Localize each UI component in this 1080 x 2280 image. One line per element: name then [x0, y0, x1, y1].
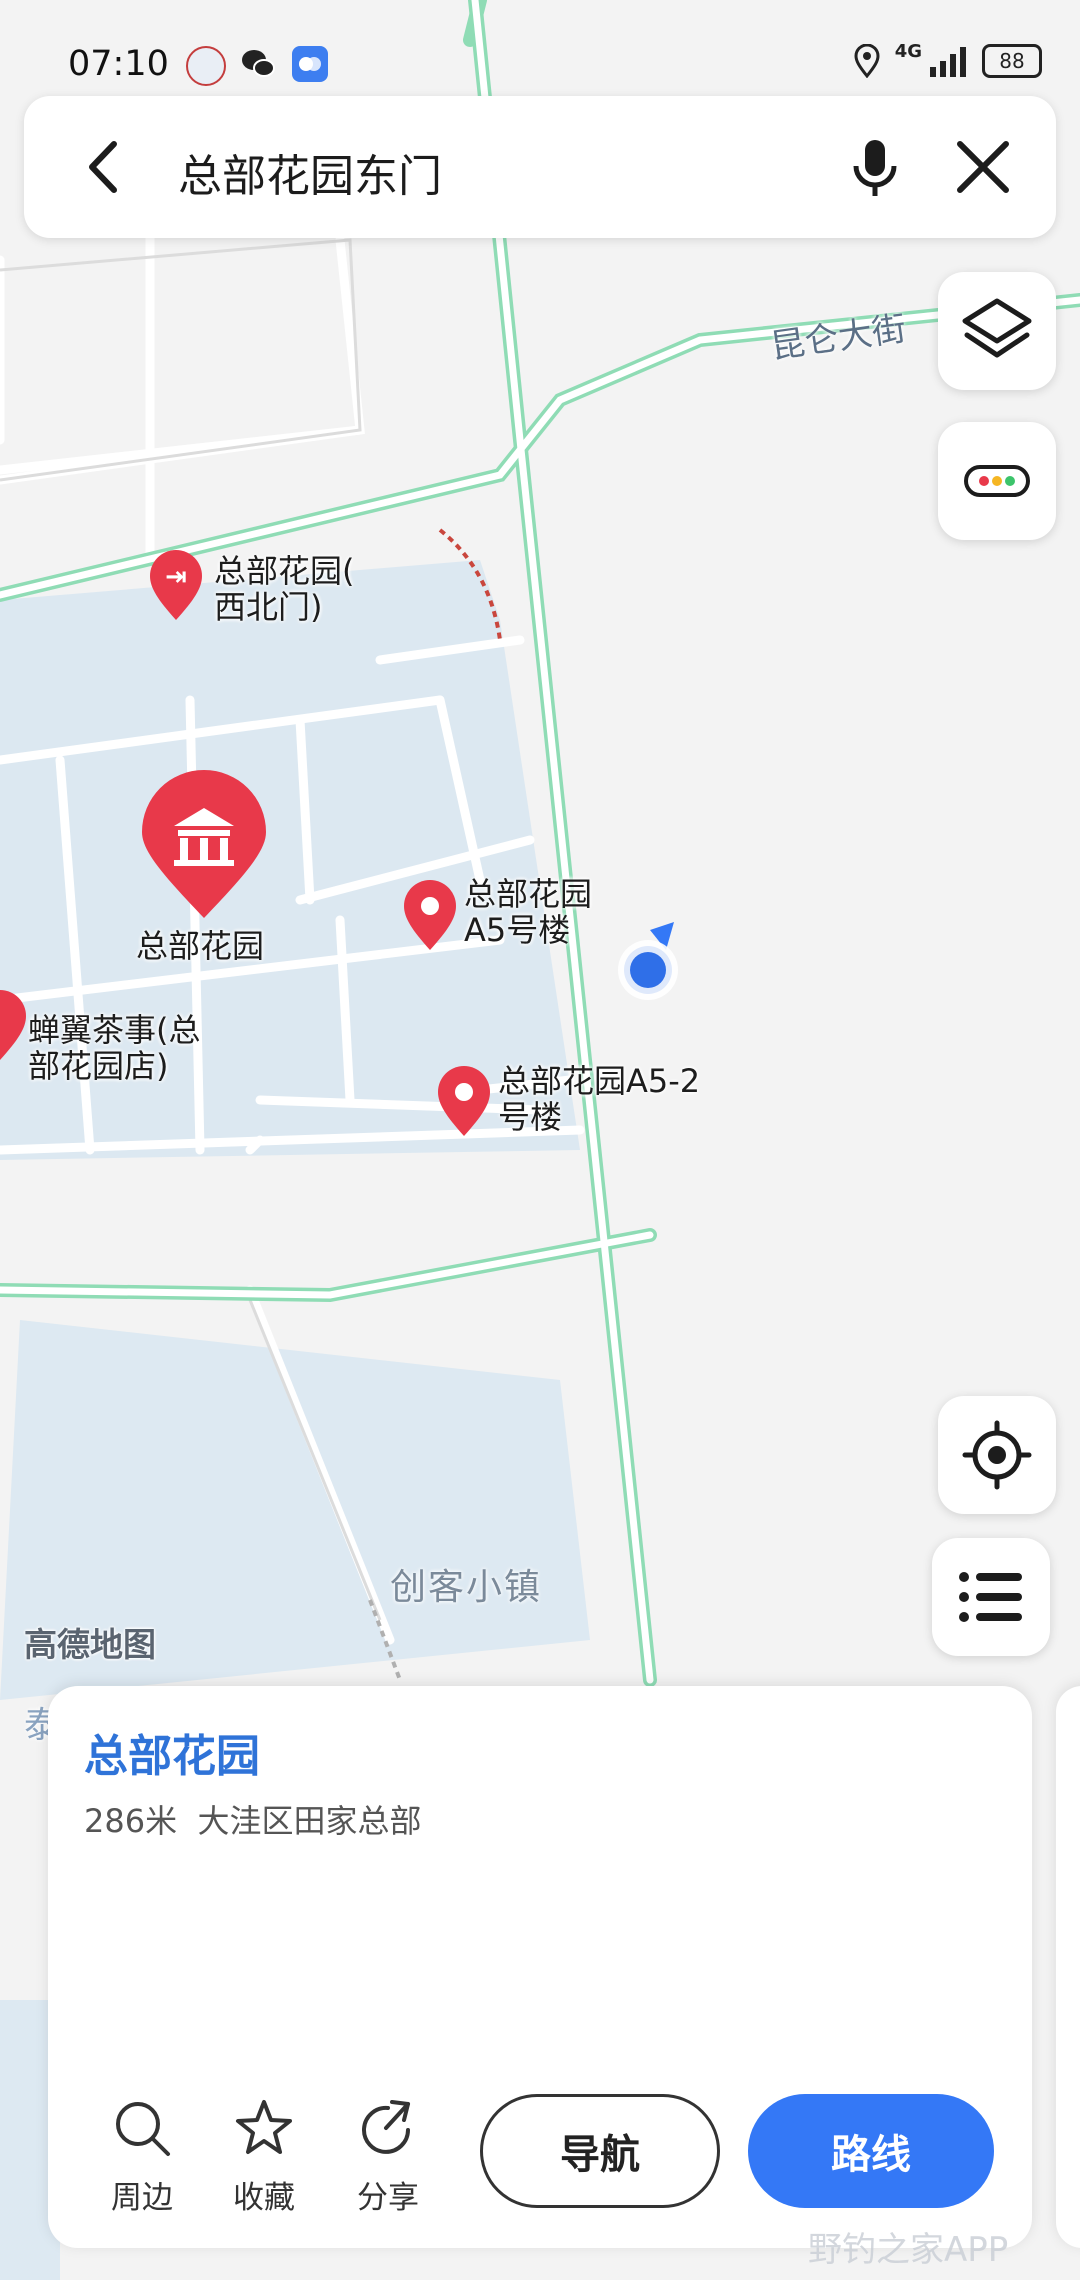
- place-title[interactable]: 总部花园: [84, 1720, 260, 1784]
- app-notification-icon: [292, 46, 328, 82]
- poi-label-northwest-gate[interactable]: 总部花园( 西北门): [214, 553, 355, 625]
- poi-label-a5[interactable]: 总部花园 A5号楼: [464, 876, 592, 948]
- layers-icon: [962, 298, 1032, 358]
- star-icon: [236, 2100, 292, 2154]
- place-subtitle: 286米 大洼区田家总部: [84, 1796, 421, 1842]
- navigate-button[interactable]: 导航: [480, 2094, 720, 2208]
- share-button[interactable]: 分享: [338, 2096, 438, 2217]
- poi-label-tea[interactable]: 蝉翼茶事(总 部花园店): [28, 1012, 201, 1084]
- watermark: 野钓之家APP: [808, 2230, 1009, 2270]
- map-brand-logo: 高德地图: [24, 1625, 156, 1664]
- battery-indicator: 88: [982, 44, 1042, 78]
- search-bar[interactable]: 总部花园东门: [24, 96, 1056, 238]
- poi-label-main[interactable]: 总部花园: [136, 928, 264, 964]
- location-icon: [854, 44, 880, 78]
- wechat-icon: [242, 50, 275, 77]
- area-label: 创客小镇: [390, 1567, 543, 1608]
- map-layers-button[interactable]: [938, 272, 1056, 390]
- route-button[interactable]: 路线: [748, 2094, 994, 2208]
- poi-label-line: 总部花园(: [214, 552, 355, 590]
- poi-label-line: A5号楼: [464, 911, 571, 949]
- microphone-icon[interactable]: [840, 132, 910, 202]
- list-view-button[interactable]: [932, 1538, 1050, 1656]
- poi-label-line: 总部花园A5-2: [498, 1062, 701, 1100]
- nearby-button[interactable]: 周边: [92, 2096, 192, 2217]
- crosshair-icon: [962, 1420, 1032, 1490]
- search-icon: [116, 2102, 170, 2156]
- favorite-button[interactable]: 收藏: [214, 2096, 314, 2217]
- poi-label-line: 部花园店): [28, 1047, 169, 1085]
- poi-label-line: 总部花园: [464, 875, 593, 913]
- share-icon: [362, 2100, 410, 2154]
- close-icon[interactable]: [948, 132, 1018, 202]
- list-icon: [959, 1572, 1022, 1622]
- locate-me-button[interactable]: [938, 1396, 1056, 1514]
- svg-text:⇥: ⇥: [165, 562, 187, 592]
- app-notification-icon: [186, 46, 226, 86]
- status-time: 07:10: [68, 44, 169, 84]
- favorite-label: 收藏: [233, 2180, 295, 2216]
- status-indicators: 4G 88: [853, 40, 1042, 78]
- poi-label-a52[interactable]: 总部花园A5-2 号楼: [498, 1063, 700, 1135]
- status-bar: 07:10 4G 88: [0, 0, 1080, 100]
- place-address: 大洼区田家总部: [197, 1802, 422, 1840]
- search-input[interactable]: 总部花园东门: [178, 140, 442, 204]
- poi-label-line: 蝉翼茶事(总: [28, 1011, 201, 1049]
- network-type: 4G: [894, 40, 922, 62]
- signal-icon: [930, 47, 966, 77]
- share-label: 分享: [357, 2180, 419, 2216]
- place-info-card[interactable]: 总部花园 286米 大洼区田家总部 周边 收藏 分享 导航 路线: [48, 1686, 1032, 2248]
- poi-label-line: 西北门): [214, 588, 323, 626]
- back-arrow-icon[interactable]: [70, 132, 140, 202]
- traffic-light-icon: [964, 465, 1030, 497]
- next-card-peek[interactable]: [1056, 1686, 1080, 2248]
- traffic-button[interactable]: [938, 422, 1056, 540]
- place-distance: 286米: [84, 1802, 178, 1840]
- poi-label-line: 号楼: [498, 1098, 563, 1136]
- nearby-label: 周边: [111, 2180, 173, 2216]
